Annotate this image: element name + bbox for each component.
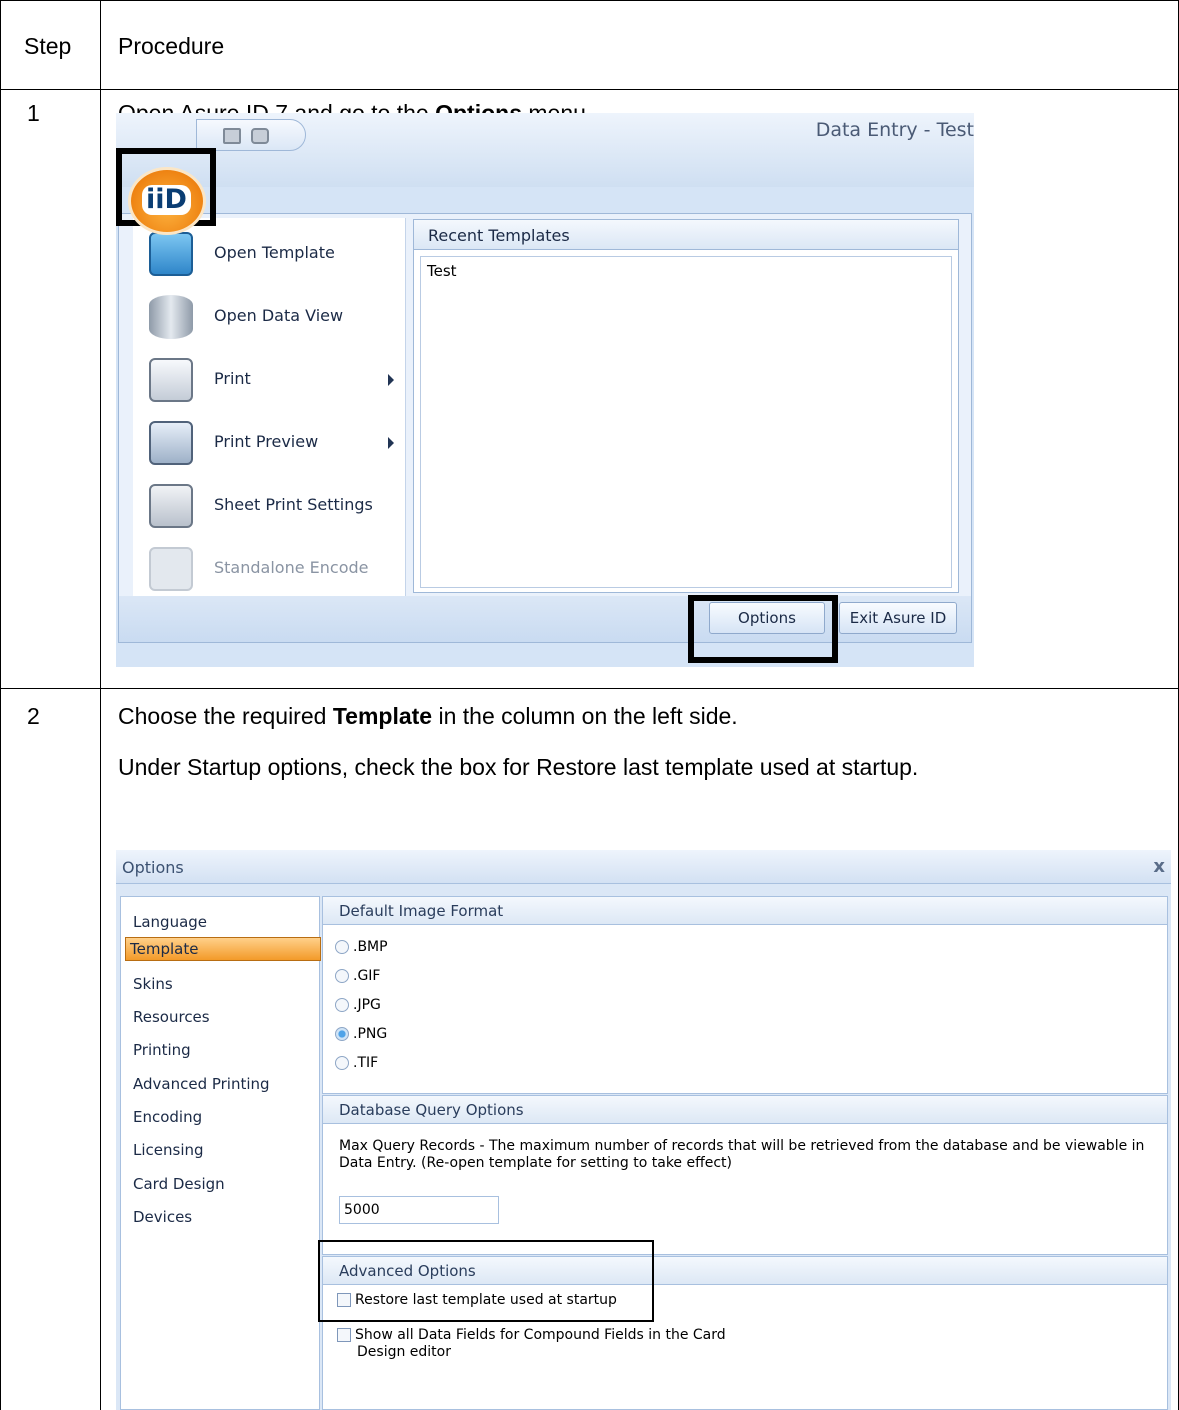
radio-icon xyxy=(335,998,349,1012)
app-logo-button[interactable]: iiD xyxy=(128,167,206,235)
radio-icon xyxy=(335,1056,349,1070)
row2-instruction-line2: Under Startup options, check the box for… xyxy=(118,754,919,780)
app-menu-screenshot: Data Entry - Test Open Template Open Dat… xyxy=(116,113,974,667)
show-compound-fields-checkbox[interactable]: Show all Data Fields for Compound Fields… xyxy=(337,1327,757,1361)
close-icon[interactable]: x xyxy=(1153,856,1165,877)
menu-items-list: Open Template Open Data View Print Print… xyxy=(133,218,406,608)
menu-footer: Options Exit Asure ID xyxy=(119,596,971,642)
nav-item-licensing[interactable]: Licensing xyxy=(129,1139,208,1161)
menu-item-print[interactable]: Print xyxy=(133,352,406,412)
database-query-header: Database Query Options xyxy=(323,1096,1167,1124)
radio-png[interactable]: .PNG xyxy=(335,1026,387,1042)
row2-line1-bold: Template xyxy=(332,703,433,729)
radio-selected-icon xyxy=(335,1027,349,1041)
radio-label: .JPG xyxy=(353,997,381,1013)
row2-step-number: 2 xyxy=(27,703,40,729)
checkbox-icon xyxy=(337,1328,351,1342)
print-preview-icon xyxy=(149,421,193,465)
logo-highlight-box: iiD xyxy=(116,148,216,235)
row2-line1-after: in the column on the left side. xyxy=(432,703,738,729)
menu-item-open-template[interactable]: Open Template xyxy=(133,226,406,286)
menu-item-open-data-view[interactable]: Open Data View xyxy=(133,289,406,349)
row2-step-cell xyxy=(0,688,101,1410)
application-menu: Open Template Open Data View Print Print… xyxy=(118,213,972,643)
options-highlight-box xyxy=(688,595,838,663)
radio-icon xyxy=(335,940,349,954)
save-icon[interactable] xyxy=(223,128,241,144)
advanced-options-highlight-box xyxy=(318,1240,654,1322)
row2-instruction-line1: Choose the required Template in the colu… xyxy=(118,703,738,730)
row1-step-cell xyxy=(0,89,101,689)
radio-label: .TIF xyxy=(353,1055,379,1071)
radio-gif[interactable]: .GIF xyxy=(335,968,380,984)
quick-access-toolbar xyxy=(196,119,306,151)
menu-item-label: Open Data View xyxy=(214,306,344,325)
max-query-input[interactable]: 5000 xyxy=(339,1196,499,1224)
nav-item-encoding[interactable]: Encoding xyxy=(129,1106,206,1128)
menu-item-label: Open Template xyxy=(214,243,335,262)
print-settings-icon xyxy=(149,484,193,528)
nav-item-devices[interactable]: Devices xyxy=(129,1206,196,1228)
options-nav: Language Template Skins Resources Printi… xyxy=(120,896,321,1410)
nav-item-template[interactable]: Template xyxy=(125,937,321,961)
nav-item-language[interactable]: Language xyxy=(129,911,211,933)
menu-item-label: Standalone Encode xyxy=(214,558,369,577)
menu-item-sheet-print-settings[interactable]: Sheet Print Settings xyxy=(133,478,406,538)
radio-label: .PNG xyxy=(353,1026,388,1042)
recent-item[interactable]: Test xyxy=(427,262,457,280)
radio-tif[interactable]: .TIF xyxy=(335,1055,378,1071)
header-procedure: Procedure xyxy=(118,33,225,59)
radio-label: .GIF xyxy=(353,968,381,984)
submenu-arrow-icon xyxy=(388,437,394,449)
header-step: Step xyxy=(24,33,72,59)
recent-templates-list: Test xyxy=(420,256,952,588)
menu-item-label: Print Preview xyxy=(214,432,319,451)
recent-templates-panel: Recent Templates Test xyxy=(413,219,959,593)
nav-item-card-design[interactable]: Card Design xyxy=(129,1173,229,1195)
menu-item-standalone-encode: Standalone Encode xyxy=(133,541,406,601)
menu-item-label: Print xyxy=(214,369,251,388)
menu-item-print-preview[interactable]: Print Preview xyxy=(133,415,406,475)
row1-step-number: 1 xyxy=(27,100,40,126)
image-format-header: Default Image Format xyxy=(323,897,1167,925)
radio-bmp[interactable]: .BMP xyxy=(335,939,388,955)
recent-templates-header: Recent Templates xyxy=(414,220,958,250)
nav-item-printing[interactable]: Printing xyxy=(129,1039,195,1061)
title-bar: Data Entry - Test xyxy=(116,113,974,187)
database-query-group: Database Query Options Max Query Records… xyxy=(322,1095,1168,1255)
radio-icon xyxy=(335,969,349,983)
row2-line1-before: Choose the required xyxy=(118,703,333,729)
print-icon[interactable] xyxy=(251,128,269,144)
nav-item-advanced-printing[interactable]: Advanced Printing xyxy=(129,1073,274,1095)
radio-jpg[interactable]: .JPG xyxy=(335,997,381,1013)
menu-item-label: Sheet Print Settings xyxy=(214,495,373,514)
exit-button[interactable]: Exit Asure ID xyxy=(839,602,957,634)
nav-item-skins[interactable]: Skins xyxy=(129,973,177,995)
options-dialog-screenshot: Options x Language Template Skins Resour… xyxy=(116,850,1171,1410)
dialog-title-bar: Options x xyxy=(116,850,1171,884)
encode-icon xyxy=(149,547,193,591)
radio-label: .BMP xyxy=(353,939,388,955)
open-template-icon xyxy=(149,232,193,276)
dialog-title: Options xyxy=(122,858,184,877)
submenu-arrow-icon xyxy=(388,374,394,386)
image-format-group: Default Image Format .BMP .GIF .JPG .PNG… xyxy=(322,896,1168,1094)
header-procedure-cell xyxy=(100,0,1179,90)
nav-item-resources[interactable]: Resources xyxy=(129,1006,214,1028)
logo-text: iiD xyxy=(142,185,191,215)
max-query-description: Max Query Records - The maximum number o… xyxy=(339,1138,1145,1171)
database-icon xyxy=(149,295,193,339)
checkbox-label: Show all Data Fields for Compound Fields… xyxy=(355,1327,726,1360)
window-title: Data Entry - Test xyxy=(815,119,974,141)
printer-icon xyxy=(149,358,193,402)
